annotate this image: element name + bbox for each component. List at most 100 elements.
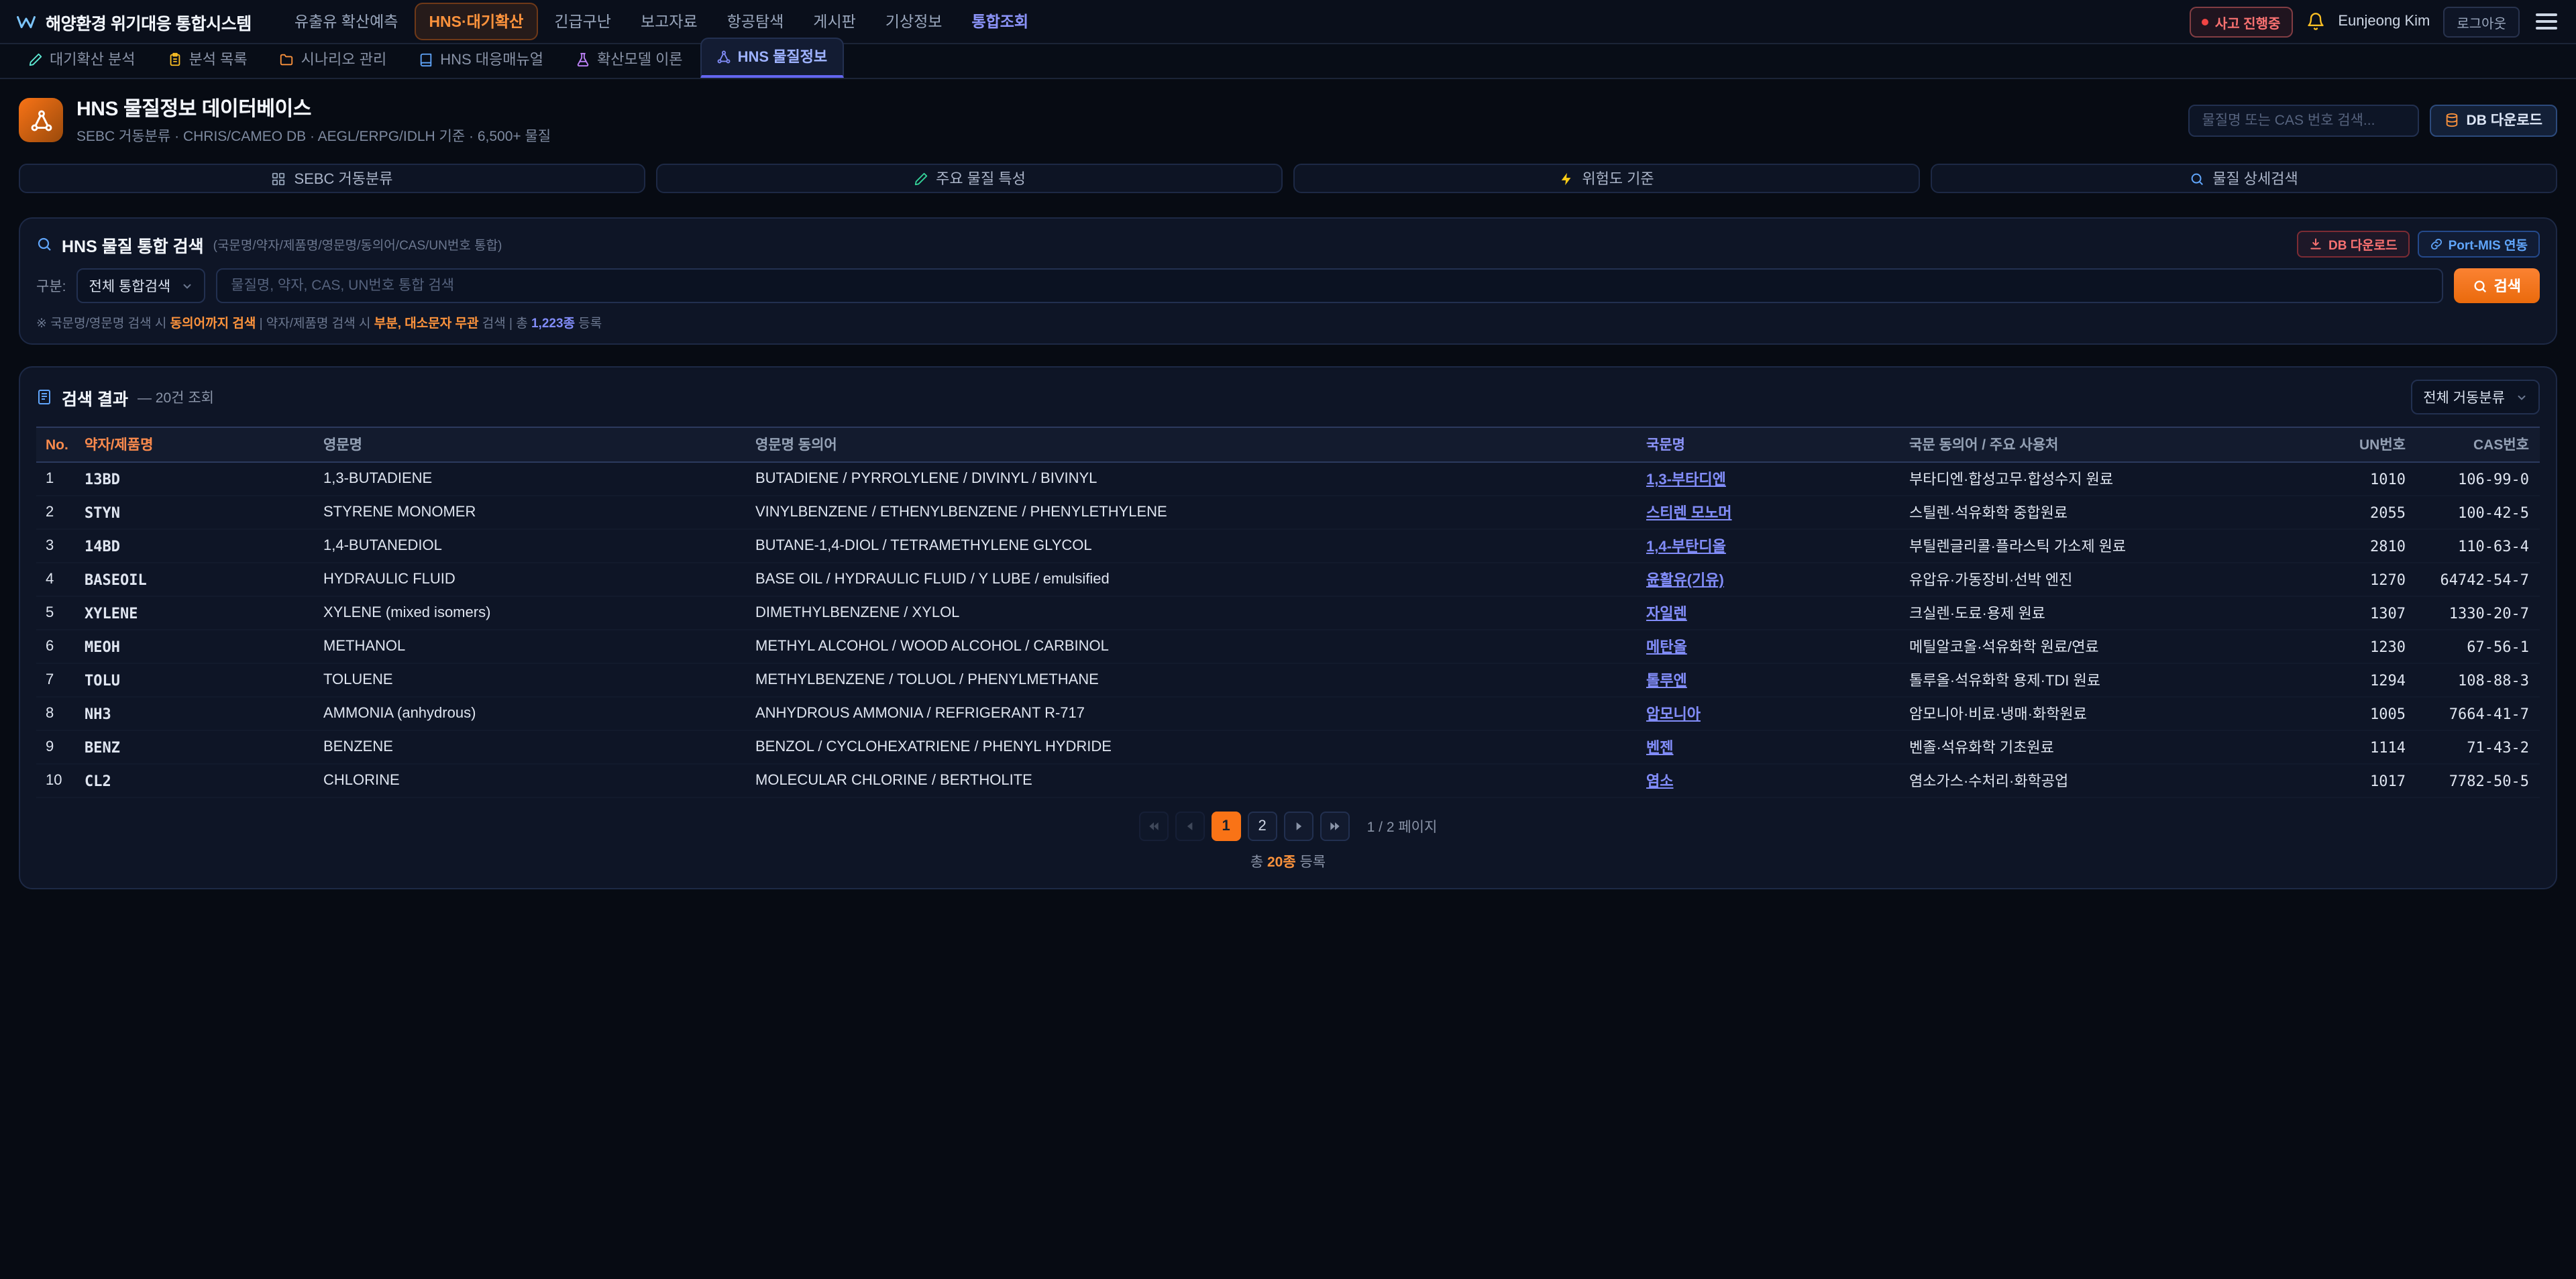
- page-subtitle: SEBC 거동분류 · CHRIS/CAMEO DB · AEGL/ERPG/I…: [76, 126, 551, 146]
- search-submit-button[interactable]: 검색: [2454, 268, 2540, 303]
- substance-link[interactable]: 1,3-부타디엔: [1646, 472, 1726, 488]
- pagination-first-icon[interactable]: [1139, 812, 1169, 841]
- search-type-select[interactable]: 전체 통합검색: [77, 268, 206, 303]
- top-navigation-bar: 해양환경 위기대응 통합시스템 유출유 확산예측 HNS·대기확산 긴급구난 보…: [0, 0, 2576, 44]
- behavior-class-filter-select[interactable]: 전체 거동분류: [2411, 380, 2540, 414]
- table-row[interactable]: 2 STYN STYRENE MONOMER VINYLBENZENE / ET…: [36, 496, 2540, 529]
- substance-link[interactable]: 염소: [1646, 774, 1674, 790]
- substance-link[interactable]: 벤젠: [1646, 740, 1674, 757]
- search-icon: [2190, 171, 2204, 186]
- results-count: — 20건 조회: [138, 387, 214, 407]
- incident-status-badge[interactable]: 사고 진행중: [2190, 6, 2293, 37]
- cat-tab-substance-properties[interactable]: 주요 물질 특성: [656, 164, 1283, 193]
- table-row[interactable]: 1 13BD 1,3-BUTADIENE BUTADIENE / PYRROLY…: [36, 462, 2540, 496]
- lightning-icon: [1559, 171, 1574, 186]
- unified-search-input[interactable]: [216, 268, 2443, 303]
- nav-item-rescue[interactable]: 긴급구난: [541, 4, 625, 39]
- col-no: No.: [36, 427, 85, 462]
- substance-link[interactable]: 윤활유(기유): [1646, 573, 1724, 589]
- flask-icon: [913, 171, 928, 186]
- substance-link[interactable]: 1,4-부탄디올: [1646, 539, 1726, 555]
- main-navigation: 유출유 확산예측 HNS·대기확산 긴급구난 보고자료 항공탐색 게시판 기상정…: [281, 3, 1042, 40]
- pagination-page-1[interactable]: 1: [1212, 812, 1241, 841]
- search-results-panel: 검색 결과 — 20건 조회 전체 거동분류 No. 약자/제품명 영문명 영문…: [19, 366, 2557, 889]
- col-un-number: UN번호: [2322, 427, 2416, 462]
- topbar-right: 사고 진행중 Eunjeong Kim 로그아웃: [2190, 6, 2560, 37]
- tab-dispersion-model-theory[interactable]: 확산모델 이론: [561, 42, 698, 78]
- menu-hamburger-icon[interactable]: [2533, 11, 2560, 32]
- nav-item-integrated-query[interactable]: 통합조회: [958, 4, 1042, 39]
- results-table: No. 약자/제품명 영문명 영문명 동의어 국문명 국문 동의어 / 주요 사…: [36, 427, 2540, 798]
- tab-analysis-list[interactable]: 분석 목록: [153, 42, 262, 78]
- table-row[interactable]: 5 XYLENE XYLENE (mixed isomers) DIMETHYL…: [36, 596, 2540, 630]
- nav-item-aerial-search[interactable]: 항공탐색: [714, 4, 798, 39]
- db-download-chip[interactable]: DB 다운로드: [2298, 231, 2410, 258]
- database-icon: [2445, 113, 2460, 127]
- results-header: 검색 결과 — 20건 조회 전체 거동분류: [36, 380, 2540, 414]
- document-icon: [36, 389, 52, 405]
- substance-link[interactable]: 스티렌 모노머: [1646, 506, 1732, 522]
- substance-link[interactable]: 자일렌: [1646, 606, 1687, 622]
- search-icon: [2473, 278, 2487, 293]
- pagination-info: 1 / 2 페이지: [1367, 816, 1438, 836]
- tab-dispersion-analysis[interactable]: 대기확산 분석: [13, 42, 150, 78]
- cat-tab-detail-search[interactable]: 물질 상세검색: [1931, 164, 2557, 193]
- app-root: 해양환경 위기대응 통합시스템 유출유 확산예측 HNS·대기확산 긴급구난 보…: [0, 0, 2576, 1279]
- cat-tab-sebc-classification[interactable]: SEBC 거동분류: [19, 164, 645, 193]
- pagination-last-icon[interactable]: [1320, 812, 1350, 841]
- table-row[interactable]: 7 TOLU TOLUENE METHYLBENZENE / TOLUOL / …: [36, 663, 2540, 697]
- search-panel-actions: DB 다운로드 Port-MIS 연동: [2298, 231, 2540, 258]
- nav-item-weather[interactable]: 기상정보: [872, 4, 956, 39]
- table-row[interactable]: 9 BENZ BENZENE BENZOL / CYCLOHEXATRIENE …: [36, 730, 2540, 764]
- nav-item-reports[interactable]: 보고자료: [627, 4, 711, 39]
- quick-search-input[interactable]: [2189, 104, 2420, 136]
- col-kr-name: 국문명: [1646, 427, 1909, 462]
- results-footer: 총 20종 등록: [36, 852, 2540, 872]
- cat-tab-hazard-criteria[interactable]: 위험도 기준: [1293, 164, 1920, 193]
- app-logo[interactable]: 해양환경 위기대응 통합시스템: [16, 9, 252, 34]
- tab-scenario-management[interactable]: 시나리오 관리: [265, 42, 402, 78]
- pagination: 1 2 1 / 2 페이지: [36, 812, 2540, 841]
- substance-link[interactable]: 암모니아: [1646, 707, 1701, 723]
- col-en-name: 영문명: [323, 427, 755, 462]
- substance-link[interactable]: 메탄올: [1646, 640, 1687, 656]
- chevron-down-icon: [181, 280, 193, 292]
- wing-logo-icon: [16, 11, 36, 32]
- col-en-synonyms: 영문명 동의어: [755, 427, 1646, 462]
- table-row[interactable]: 3 14BD 1,4-BUTANEDIOL BUTANE-1,4-DIOL / …: [36, 529, 2540, 563]
- pagination-prev-icon[interactable]: [1175, 812, 1205, 841]
- pagination-next-icon[interactable]: [1284, 812, 1313, 841]
- page-title: HNS 물질정보 데이터베이스: [76, 94, 551, 122]
- table-header-row: No. 약자/제품명 영문명 영문명 동의어 국문명 국문 동의어 / 주요 사…: [36, 427, 2540, 462]
- page-header-actions: DB 다운로드: [2189, 104, 2557, 136]
- logout-button[interactable]: 로그아웃: [2443, 6, 2520, 37]
- search-hint: ※ 국문명/영문명 검색 시 동의어까지 검색 | 약자/제품명 검색 시 부분…: [36, 313, 2540, 331]
- tab-hns-substance-info[interactable]: HNS 물질정보: [700, 38, 844, 78]
- division-label: 구분:: [36, 276, 66, 296]
- user-name: Eunjeong Kim: [2338, 13, 2430, 30]
- substance-link[interactable]: 톨루엔: [1646, 673, 1687, 689]
- table-row[interactable]: 10 CL2 CHLORINE MOLECULAR CHLORINE / BER…: [36, 764, 2540, 797]
- col-kr-synonyms: 국문 동의어 / 주요 사용처: [1909, 427, 2322, 462]
- table-row[interactable]: 8 NH3 AMMONIA (anhydrous) ANHYDROUS AMMO…: [36, 697, 2540, 730]
- flask-icon: [576, 52, 590, 66]
- grid-icon: [272, 171, 286, 186]
- portmis-link-chip[interactable]: Port-MIS 연동: [2418, 231, 2540, 258]
- book-icon: [419, 52, 433, 66]
- app-title: 해양환경 위기대응 통합시스템: [46, 9, 252, 34]
- database-molecule-icon: [19, 98, 63, 142]
- col-cas-number: CAS번호: [2416, 427, 2540, 462]
- nav-item-board[interactable]: 게시판: [800, 4, 869, 39]
- incident-dot-icon: [2202, 18, 2208, 25]
- pagination-page-2[interactable]: 2: [1248, 812, 1277, 841]
- db-download-button[interactable]: DB 다운로드: [2430, 104, 2557, 136]
- nav-item-hns-dispersion[interactable]: HNS·대기확산: [414, 3, 538, 40]
- results-title: 검색 결과: [62, 384, 128, 410]
- folder-icon: [280, 52, 294, 66]
- table-row[interactable]: 6 MEOH METHANOL METHYL ALCOHOL / WOOD AL…: [36, 630, 2540, 663]
- table-row[interactable]: 4 BASEOIL HYDRAULIC FLUID BASE OIL / HYD…: [36, 563, 2540, 596]
- tab-hns-response-manual[interactable]: HNS 대응매뉴얼: [404, 42, 558, 78]
- search-panel-title: HNS 물질 통합 검색: [62, 231, 204, 257]
- notification-bell-icon[interactable]: [2306, 12, 2324, 31]
- nav-item-oil-spill[interactable]: 유출유 확산예측: [281, 4, 412, 39]
